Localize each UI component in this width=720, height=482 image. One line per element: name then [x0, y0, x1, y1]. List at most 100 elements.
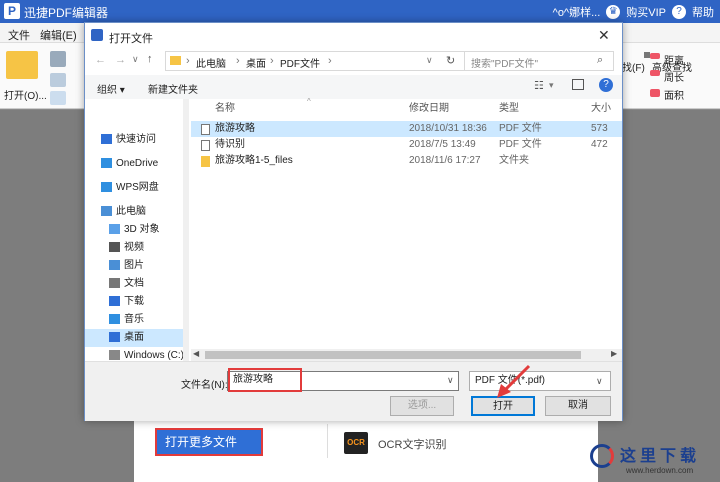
nav-item[interactable]: 音乐 — [85, 311, 189, 329]
nav-item[interactable]: 3D 对象 — [85, 221, 189, 239]
close-icon[interactable]: ✕ — [598, 27, 610, 44]
export-icon[interactable] — [50, 91, 66, 105]
find-label[interactable]: 找(F) — [622, 59, 645, 74]
file-name: 旅游攻略 — [215, 123, 255, 134]
file-size: 573 — [591, 123, 608, 134]
file-row[interactable]: 待识别 2018/7/5 13:49 PDF 文件 472 — [191, 137, 622, 153]
nav-item-label: OneDrive — [116, 158, 159, 169]
view-dropdown-icon[interactable]: ▾ — [549, 80, 554, 91]
watermark-text: 这里下载 — [620, 448, 701, 465]
up-icon[interactable]: ↑ — [147, 53, 153, 65]
help-icon[interactable]: ? — [599, 78, 613, 92]
column-size[interactable]: 大小 — [591, 99, 611, 119]
refresh-icon[interactable]: ↻ — [446, 54, 455, 67]
file-row[interactable]: 旅游攻略1-5_files 2018/11/6 17:27 文件夹 — [191, 153, 622, 169]
open-folder-icon[interactable] — [6, 51, 38, 79]
new-folder-button[interactable]: 新建文件夹 — [148, 81, 198, 96]
nav-item[interactable]: 文档 — [85, 275, 189, 293]
column-name[interactable]: 名称 — [215, 99, 235, 119]
nav-item-label: 视频 — [124, 242, 144, 253]
app-title: 迅捷PDF编辑器 — [24, 6, 109, 20]
column-type[interactable]: 类型 — [499, 99, 519, 119]
nav-item[interactable]: 快速访问 — [85, 131, 189, 149]
sort-up-icon: ^ — [307, 97, 311, 106]
menu-file[interactable]: 文件 — [8, 27, 30, 43]
watermark-logo-icon — [590, 444, 614, 468]
column-date[interactable]: 修改日期 — [409, 99, 449, 119]
help-link[interactable]: 帮助 — [692, 4, 714, 20]
breadcrumb-desktop[interactable]: 桌面 — [246, 55, 266, 70]
nav-item[interactable]: 桌面 — [85, 329, 189, 347]
open-more-files-button[interactable]: 打开更多文件 — [155, 428, 263, 456]
ocr-icon: OCR — [344, 432, 368, 454]
organize-button[interactable]: 组织 ▾ — [97, 81, 125, 96]
user-name[interactable]: ^o^娜样... — [553, 4, 601, 20]
open-more-label: 打开更多文件 — [165, 435, 238, 449]
filetype-dropdown-icon: ∨ — [596, 376, 603, 386]
computer-icon — [101, 206, 112, 217]
breadcrumb-pdf-folder[interactable]: PDF文件 — [280, 55, 320, 70]
star-icon — [101, 134, 112, 145]
address-dropdown-icon[interactable]: ∨ — [426, 55, 433, 66]
pdf-file-icon — [201, 140, 210, 151]
filetype-select[interactable]: PDF 文件(*.pdf) ∨ — [469, 371, 611, 391]
back-icon[interactable]: ← — [95, 54, 106, 66]
scrollbar-thumb[interactable] — [205, 351, 581, 359]
filename-value[interactable]: 旅游攻略 — [228, 368, 302, 392]
area-label[interactable]: 面积 — [664, 87, 684, 102]
nav-item-label: 音乐 — [124, 314, 144, 325]
dialog-title: 打开文件 — [109, 33, 153, 45]
filename-label: 文件名(N): — [181, 380, 228, 391]
distance-label[interactable]: 距离 — [664, 52, 684, 67]
nav-item[interactable]: 图片 — [85, 257, 189, 275]
forward-icon[interactable]: → — [115, 54, 126, 66]
nav-item-label: 文档 — [124, 278, 144, 289]
tools-button[interactable]: 选项... — [390, 396, 454, 416]
file-row[interactable]: 旅游攻略 2018/10/31 18:36 PDF 文件 573 — [191, 121, 622, 137]
filename-dropdown-icon[interactable]: ∨ — [447, 375, 454, 386]
file-date: 2018/10/31 18:36 — [409, 123, 487, 134]
menu-edit[interactable]: 编辑(E) — [40, 27, 77, 43]
preview-pane-icon[interactable] — [572, 79, 584, 90]
address-row: ← → ∨ ↑ › 此电脑 › 桌面 › PDF文件 › ∨ ↻ 搜索"PDF文… — [85, 49, 622, 75]
nav-item-label: 桌面 — [124, 332, 144, 343]
open-file-dialog: 打开文件 ✕ ← → ∨ ↑ › 此电脑 › 桌面 › PDF文件 › ∨ ↻ … — [84, 22, 623, 421]
nav-item-label: 快速访问 — [116, 134, 156, 145]
perimeter-label[interactable]: 周长 — [664, 69, 684, 84]
file-name: 旅游攻略1-5_files — [215, 155, 293, 166]
cancel-button[interactable]: 取消 — [545, 396, 611, 416]
cloud-icon — [101, 158, 112, 169]
ocr-button[interactable]: OCR文字识别 — [378, 436, 446, 452]
file-list: ^ 名称 修改日期 类型 大小 旅游攻略 2018/10/31 18:36 PDF … — [191, 97, 622, 361]
video-icon — [109, 242, 120, 253]
search-input[interactable]: 搜索"PDF文件" ⌕ — [464, 51, 614, 71]
buy-vip-link[interactable]: 购买VIP — [626, 4, 666, 20]
perimeter-icon — [650, 70, 660, 76]
chevron-down-icon[interactable]: ∨ — [132, 54, 139, 65]
address-bar[interactable]: › 此电脑 › 桌面 › PDF文件 › ∨ ↻ — [165, 51, 465, 71]
file-date: 2018/11/6 17:27 — [409, 155, 481, 166]
nav-item[interactable]: 下载 — [85, 293, 189, 311]
nav-item[interactable]: 视频 — [85, 239, 189, 257]
view-options-icon[interactable]: ☷ — [534, 79, 544, 92]
save-icon[interactable] — [50, 51, 66, 67]
nav-item[interactable]: WPS网盘 — [85, 179, 189, 197]
nav-item[interactable]: 此电脑 — [85, 203, 189, 221]
arrow-annotation — [497, 364, 531, 398]
nav-item-label: 此电脑 — [116, 206, 146, 217]
nav-item-label: 3D 对象 — [124, 224, 160, 235]
breadcrumb-this-pc[interactable]: 此电脑 — [196, 55, 226, 70]
file-size: 472 — [591, 139, 608, 150]
open-label[interactable]: 打开(O)... — [4, 87, 47, 102]
nav-item-label: Windows (C:) — [124, 350, 185, 361]
nav-item[interactable]: OneDrive — [85, 155, 189, 173]
print-icon[interactable] — [50, 73, 66, 87]
nav-scrollbar[interactable] — [183, 99, 189, 361]
search-placeholder: 搜索"PDF文件" — [471, 59, 539, 70]
nav-item-label: 下载 — [124, 296, 144, 307]
distance-icon — [650, 53, 660, 59]
app-logo-icon: P — [4, 3, 20, 19]
horizontal-scrollbar[interactable]: ◀ ▶ — [191, 349, 622, 361]
file-type: PDF 文件 — [499, 123, 542, 134]
start-divider — [327, 424, 328, 458]
